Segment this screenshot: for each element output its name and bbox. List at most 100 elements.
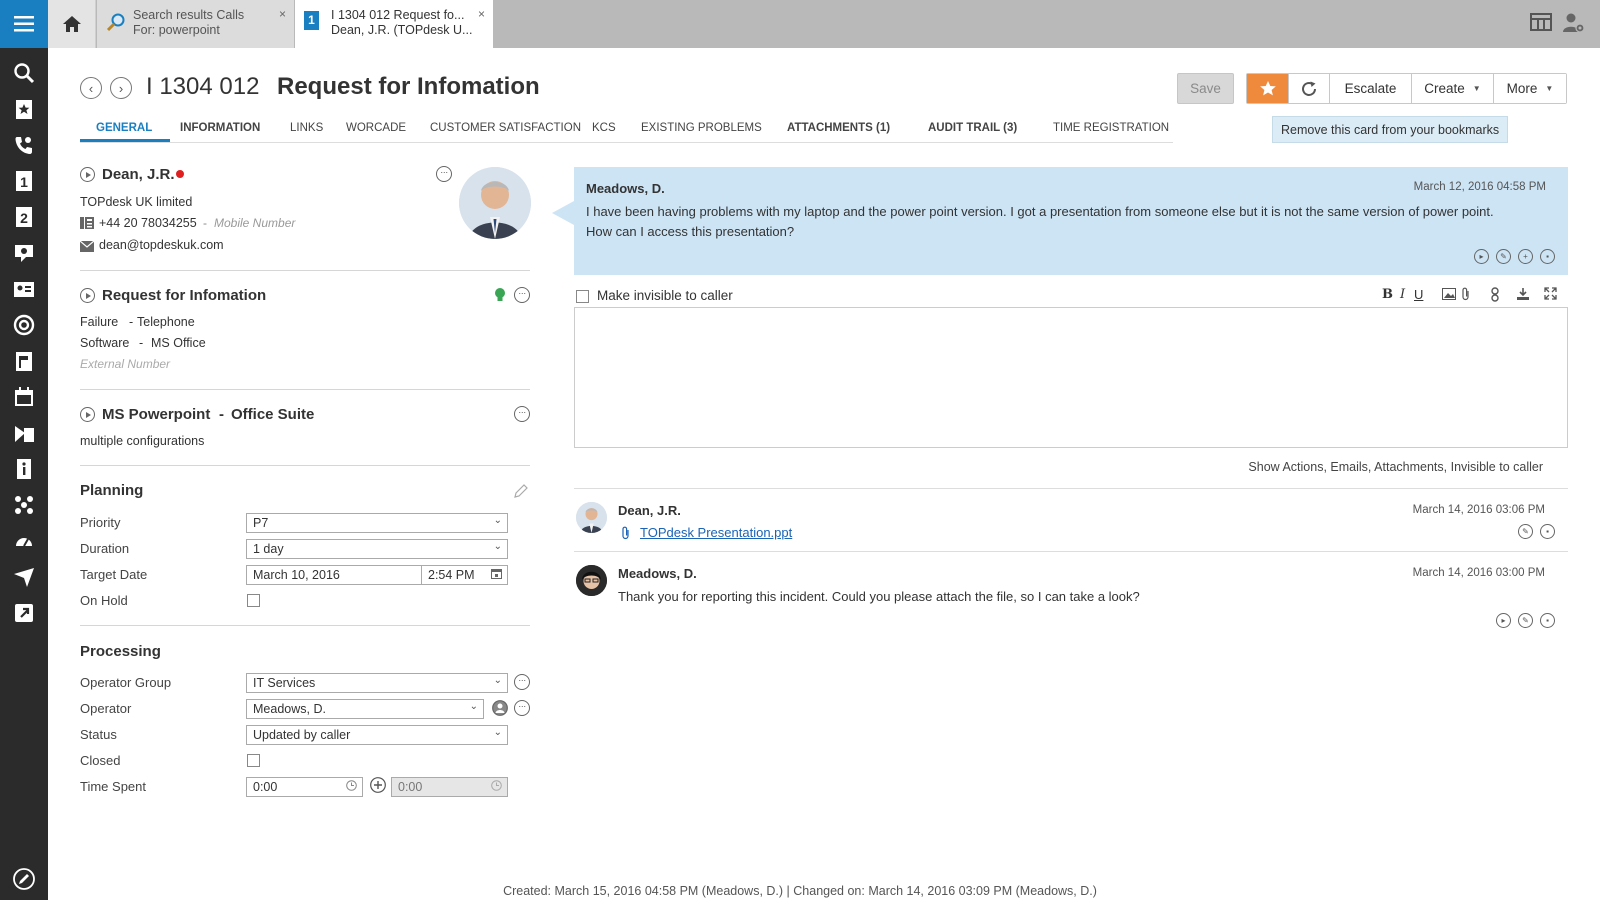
paperclip-icon[interactable]	[1461, 287, 1471, 304]
time-spent-input[interactable]: 0:00	[246, 777, 363, 797]
tab-general[interactable]: GENERAL	[96, 122, 152, 134]
priority-select[interactable]: P7 ⌄	[246, 513, 508, 533]
calendar-picker-icon[interactable]	[491, 568, 502, 582]
image-icon[interactable]	[1442, 288, 1456, 303]
play-action-icon[interactable]: ▸	[1474, 249, 1489, 264]
second-line-calls-icon[interactable]: 2	[12, 205, 36, 229]
entry-author: Meadows, D.	[618, 566, 697, 581]
bookmark-star-button[interactable]	[1247, 74, 1289, 103]
home-icon[interactable]	[48, 0, 96, 48]
show-actions-link[interactable]: Show Actions, Emails, Attachments, Invis…	[1248, 460, 1543, 474]
play-action-icon[interactable]: ▸	[1496, 613, 1511, 628]
operator-select[interactable]: Meadows, D. ⌄	[246, 699, 484, 719]
tab-kcs[interactable]: KCS	[592, 122, 616, 134]
delete-action-icon[interactable]: ▪	[1540, 249, 1555, 264]
persons-card-icon[interactable]	[12, 277, 36, 301]
expand-caller-icon[interactable]	[80, 167, 95, 182]
assign-self-icon[interactable]	[492, 700, 508, 719]
tab-information[interactable]: INFORMATION	[180, 122, 260, 134]
phone-call-icon[interactable]	[12, 133, 36, 157]
link-icon[interactable]	[1490, 287, 1500, 305]
divider	[80, 270, 530, 271]
first-line-calls-icon[interactable]: 1	[12, 169, 36, 193]
operations-icon[interactable]	[12, 421, 36, 445]
operator-options-icon[interactable]: ···	[514, 700, 530, 716]
back-arrow-icon[interactable]: ‹	[80, 77, 102, 99]
tab-existing-problems[interactable]: EXISTING PROBLEMS	[641, 122, 762, 134]
layout-icon[interactable]	[1530, 12, 1552, 37]
external-link-icon[interactable]	[12, 601, 36, 625]
edit-action-icon[interactable]: ✎	[1496, 249, 1511, 264]
edit-action-icon[interactable]: ✎	[1518, 524, 1533, 539]
tab-incident[interactable]: 1 I 1304 012 Request fo... Dean, J.R. (T…	[295, 0, 493, 48]
underline-button[interactable]: U	[1414, 287, 1423, 302]
send-icon[interactable]	[12, 565, 36, 589]
tab-customer-satisfaction[interactable]: CUSTOMER SATISFACTION	[430, 122, 581, 134]
user-settings-icon[interactable]	[1562, 12, 1586, 37]
target-time-input[interactable]: 2:54 PM	[421, 565, 508, 585]
edit-action-icon[interactable]: ✎	[1518, 613, 1533, 628]
change-icon[interactable]	[12, 349, 36, 373]
object-options-icon[interactable]: ···	[514, 406, 530, 422]
escalate-button[interactable]: Escalate	[1330, 74, 1412, 103]
clock-icon	[346, 780, 357, 794]
target-icon[interactable]	[12, 313, 36, 337]
assets-icon[interactable]	[12, 493, 36, 517]
action-editor[interactable]	[574, 307, 1568, 448]
bookmarks-icon[interactable]	[12, 97, 36, 121]
bold-button[interactable]: B	[1382, 287, 1393, 302]
knowledge-icon[interactable]	[12, 457, 36, 481]
external-number-field[interactable]: External Number	[80, 357, 170, 371]
add-action-icon[interactable]: +	[1518, 249, 1533, 264]
tab-attachments[interactable]: ATTACHMENTS (1)	[787, 122, 890, 134]
fullscreen-icon[interactable]	[1544, 287, 1557, 303]
save-button[interactable]: Save	[1177, 73, 1234, 104]
request-options-icon[interactable]: ···	[514, 287, 530, 303]
tab-search-results[interactable]: Search results Calls For: powerpoint ×	[97, 0, 294, 48]
tab-audit-trail[interactable]: AUDIT TRAIL (3)	[928, 122, 1017, 134]
request-subcategory-value: MS Office	[151, 336, 206, 350]
tab-links[interactable]: LINKS	[290, 122, 323, 134]
calendar-icon[interactable]	[12, 385, 36, 409]
tab-time-registration[interactable]: TIME REGISTRATION	[1053, 122, 1169, 134]
caller-email[interactable]: dean@topdeskuk.com	[99, 238, 224, 252]
delete-action-icon[interactable]: ▪	[1540, 524, 1555, 539]
more-button[interactable]: More ▼	[1494, 74, 1566, 103]
status-value: Updated by caller	[253, 728, 351, 742]
tab-worcade[interactable]: WORCADE	[346, 122, 406, 134]
invisible-to-caller-checkbox[interactable]	[576, 290, 589, 303]
first-line-call-icon: 1	[304, 11, 319, 30]
on-hold-checkbox[interactable]	[247, 594, 260, 607]
status-select[interactable]: Updated by caller ⌄	[246, 725, 508, 745]
search-icon[interactable]	[12, 61, 36, 85]
reports-icon[interactable]	[12, 529, 36, 553]
problem-icon[interactable]	[12, 241, 36, 265]
caller-options-icon[interactable]: ···	[436, 166, 452, 182]
closed-checkbox[interactable]	[247, 754, 260, 767]
forward-arrow-icon[interactable]: ›	[110, 77, 132, 99]
clock-icon	[491, 780, 502, 794]
operator-label: Operator	[80, 701, 132, 716]
chevron-down-icon: ▼	[1545, 84, 1554, 93]
italic-button[interactable]: I	[1400, 287, 1405, 302]
caller-avatar-small	[576, 502, 607, 533]
insert-icon[interactable]	[1516, 287, 1530, 304]
lightbulb-icon[interactable]	[494, 287, 506, 306]
tab-close-icon[interactable]: ×	[478, 7, 485, 22]
tab-close-icon[interactable]: ×	[279, 7, 286, 22]
pencil-icon[interactable]	[514, 484, 528, 501]
refresh-button[interactable]	[1289, 74, 1330, 103]
expand-request-icon[interactable]	[80, 288, 95, 303]
operator-group-options-icon[interactable]: ···	[514, 674, 530, 690]
expand-object-icon[interactable]	[80, 407, 95, 422]
duration-select[interactable]: 1 day ⌄	[246, 539, 508, 559]
create-button[interactable]: Create ▼	[1412, 74, 1494, 103]
target-date-input[interactable]: March 10, 2016	[246, 565, 422, 585]
attachment-link[interactable]: TOPdesk Presentation.ppt	[640, 525, 792, 540]
search-results-icon	[106, 12, 126, 36]
add-time-icon[interactable]	[370, 777, 386, 796]
hamburger-menu-icon[interactable]	[0, 0, 48, 48]
delete-action-icon[interactable]: ▪	[1540, 613, 1555, 628]
operator-group-select[interactable]: IT Services ⌄	[246, 673, 508, 693]
entry-author: Dean, J.R.	[618, 503, 681, 518]
